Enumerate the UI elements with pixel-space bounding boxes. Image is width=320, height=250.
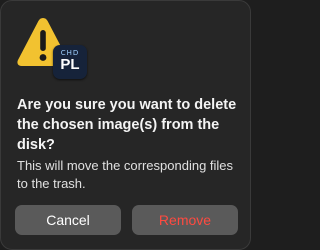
dialog-title: Are you sure you want to delete the chos… [17,97,237,153]
delete-confirmation-dialog: CHD PL Are you sure you want to delete t… [0,0,251,250]
dialog-icon: CHD PL [15,15,87,81]
dialog-message: This will move the corresponding files t… [17,158,234,191]
app-badge-main-label: PL [60,56,80,73]
cancel-button[interactable]: Cancel [15,205,121,235]
remove-button[interactable]: Remove [132,205,238,235]
dialog-buttons: Cancel Remove [15,205,238,235]
app-badge-icon: CHD PL [53,45,87,79]
